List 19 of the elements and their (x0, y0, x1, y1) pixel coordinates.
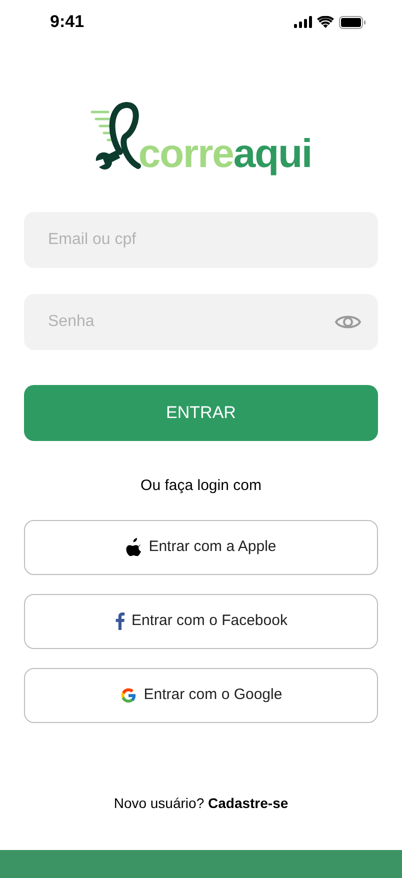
battery-icon (339, 16, 366, 28)
password-field[interactable]: Senha (24, 294, 378, 350)
logo-text: aqui (233, 134, 312, 174)
submit-button[interactable]: ENTRAR (24, 385, 378, 441)
social-login-button[interactable]: Entrar com o Google (24, 668, 378, 722)
eye-icon[interactable] (334, 313, 362, 331)
apple-icon (126, 538, 142, 556)
status-time: 9:41 (50, 11, 84, 34)
social-login-button[interactable]: Entrar com o Facebook (24, 594, 378, 648)
signup-prompt: Novo usuário? Cadastre-se (114, 794, 288, 812)
signal-icon (294, 16, 312, 28)
divider-text: Ou faça login com (140, 476, 262, 496)
google-icon (120, 686, 137, 704)
logo-text: corre (138, 134, 234, 174)
signup-link[interactable]: Cadastre-se (208, 794, 288, 810)
facebook-icon (114, 612, 125, 630)
social-login-button[interactable]: Entrar com a Apple (24, 520, 378, 574)
input-field[interactable]: Email ou cpf (24, 212, 378, 268)
wifi-icon (317, 16, 334, 28)
